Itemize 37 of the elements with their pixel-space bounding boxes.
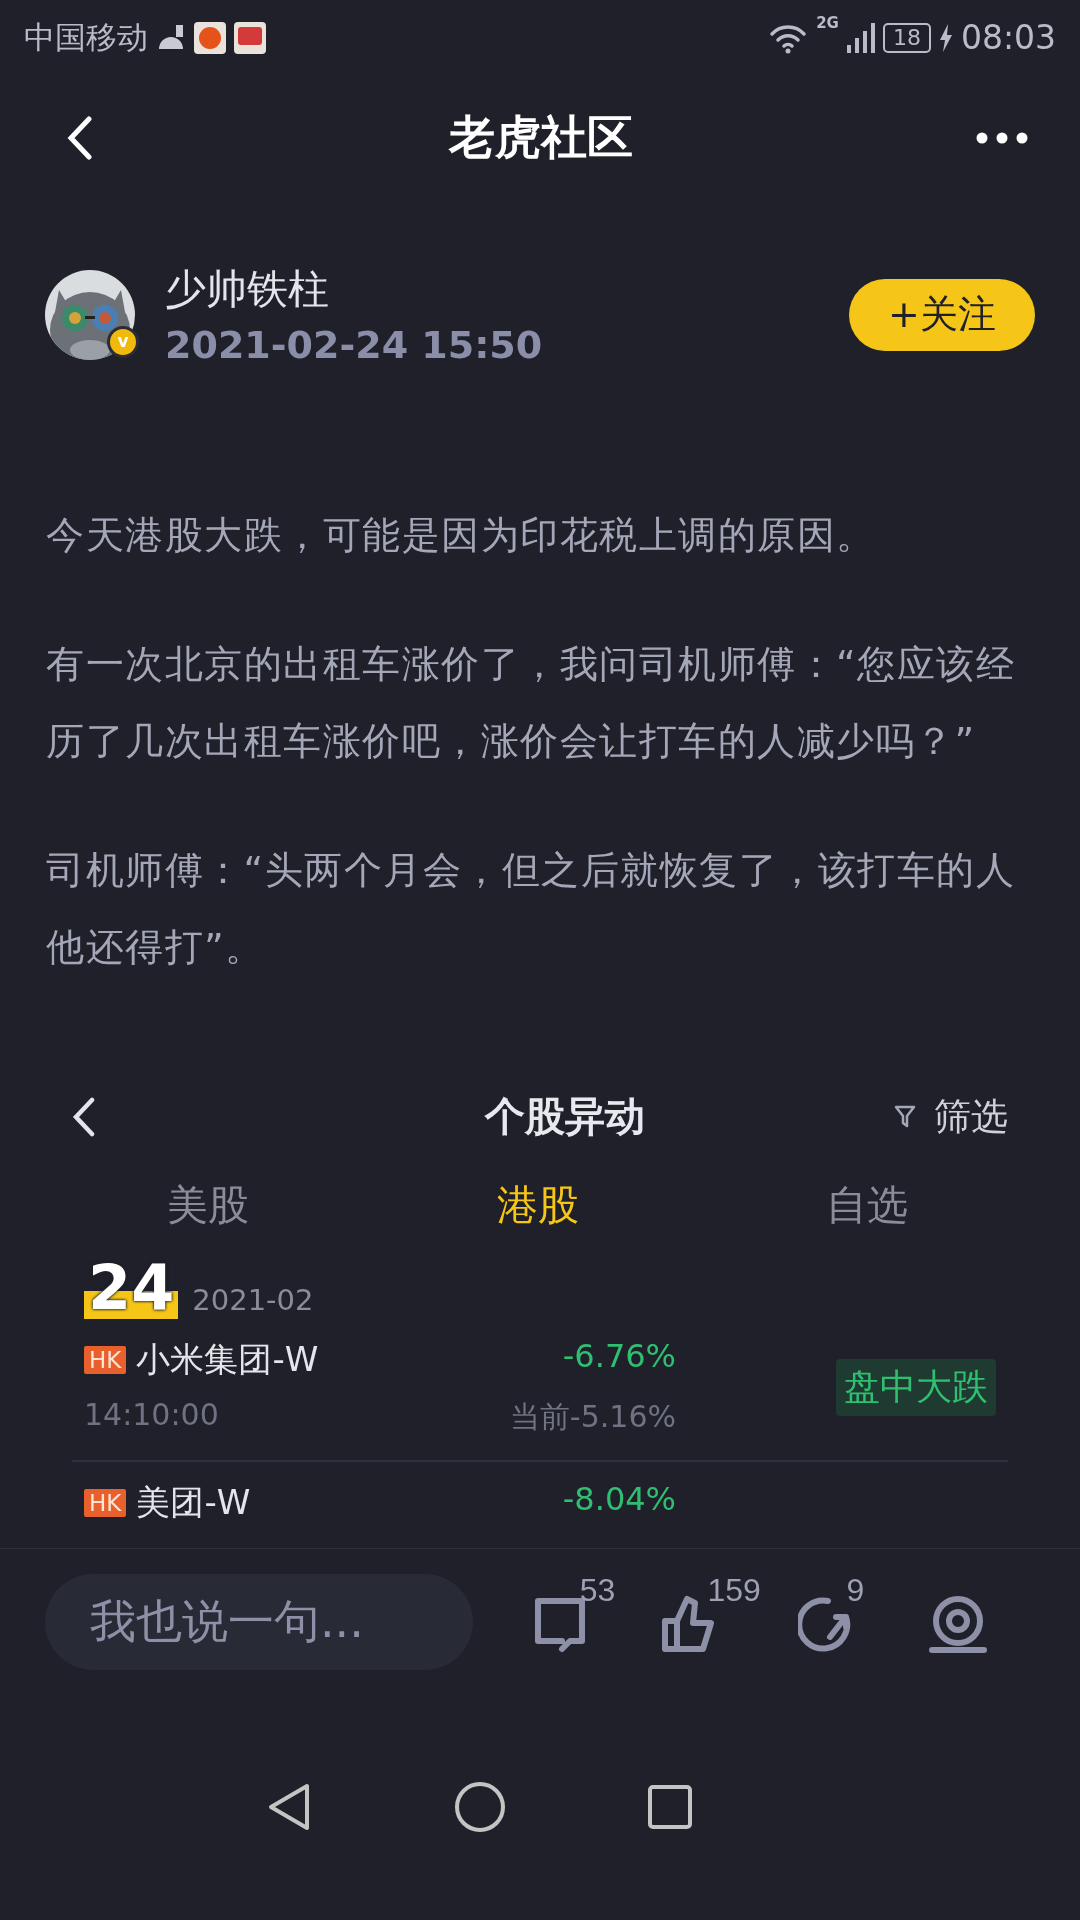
price-change: -8.04% — [562, 1480, 676, 1520]
clock: 08:03 — [960, 18, 1056, 57]
network-type: 2G — [816, 14, 839, 32]
back-icon — [67, 115, 93, 160]
app-notification-icon — [234, 21, 266, 54]
market-tab[interactable]: 自选 — [826, 1178, 908, 1234]
market-tab[interactable]: 港股 — [496, 1178, 579, 1234]
app-notification-icon — [194, 21, 226, 54]
alert-tag: 盘中大跌 — [836, 1359, 996, 1416]
follow-button[interactable]: +关注 — [849, 278, 1035, 351]
date-month: 2021-02 — [192, 1283, 314, 1317]
post-date: 2021-02-24 15:50 — [165, 323, 544, 367]
post-paragraph: 司机师傅：“头两个月会，但之后就恢复了，该打车的人他还得打”。 — [46, 847, 1017, 971]
post-paragraph: 今天港股大跌，可能是因为印花税上调的原因。 — [46, 512, 877, 559]
recents-icon — [647, 1784, 693, 1830]
filter-label: 筛选 — [934, 1093, 1008, 1140]
carrier-name: 中国移动 — [24, 17, 148, 57]
back-icon — [72, 1096, 96, 1137]
comment-field[interactable]: 我也说一句... — [45, 1573, 473, 1670]
page-title: 老虎社区 — [449, 108, 633, 166]
stock-name: 小米集团-W — [136, 1338, 319, 1381]
home-icon — [454, 1781, 506, 1833]
market-tab[interactable]: 美股 — [167, 1178, 249, 1234]
charging-icon — [938, 23, 953, 52]
more-icon — [976, 131, 1028, 144]
market-badge: HK — [84, 1346, 127, 1374]
author-name: 少帅铁柱 — [165, 264, 330, 315]
filter-icon — [894, 1104, 916, 1129]
battery-level: 18 — [882, 22, 931, 53]
alert-time: 14:10:00 — [84, 1397, 220, 1434]
screen-title: 个股异动 — [485, 1092, 645, 1141]
current-change: 当前-5.16% — [509, 1398, 676, 1436]
signal-icon — [846, 22, 875, 53]
stock-name: 美团-W — [136, 1481, 251, 1524]
market-badge: HK — [84, 1489, 127, 1517]
price-change: -6.76% — [562, 1337, 676, 1377]
post-paragraph: 有一次北京的出租车涨价了，我问司机师傅：“您应该经历了几次出租车涨价吧，涨价会让打车的人减少吗？” — [46, 641, 1017, 765]
